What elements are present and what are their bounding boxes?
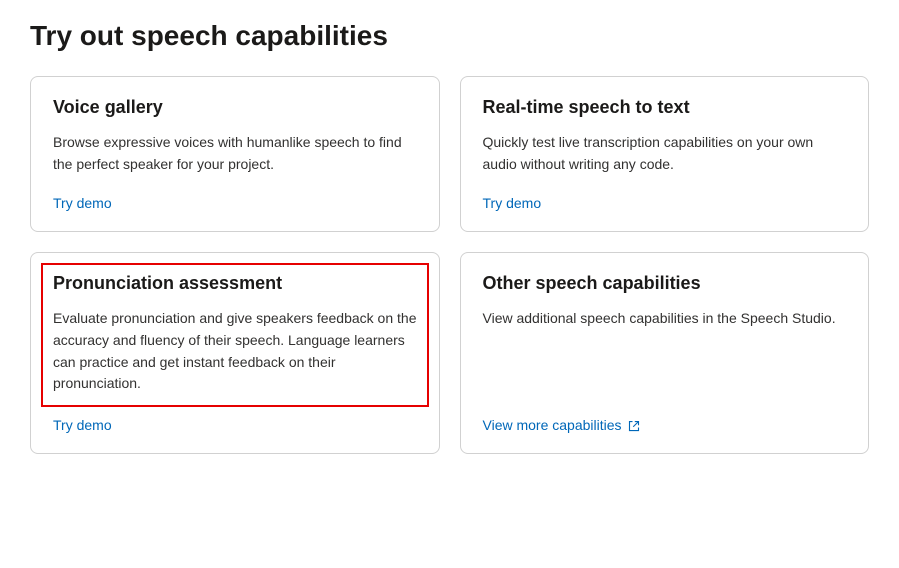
link-label: View more capabilities	[483, 417, 622, 433]
card-grid: Voice gallery Browse expressive voices w…	[30, 76, 869, 454]
card-other-capabilities: Other speech capabilities View additiona…	[460, 252, 870, 454]
card-realtime-stt: Real-time speech to text Quickly test li…	[460, 76, 870, 232]
highlight-box: Pronunciation assessment Evaluate pronun…	[41, 263, 429, 407]
card-voice-gallery: Voice gallery Browse expressive voices w…	[30, 76, 440, 232]
page-title: Try out speech capabilities	[30, 20, 869, 52]
card-description: Evaluate pronunciation and give speakers…	[53, 308, 417, 395]
card-title: Voice gallery	[53, 97, 417, 118]
card-title: Other speech capabilities	[483, 273, 847, 294]
card-title: Pronunciation assessment	[53, 273, 417, 294]
card-title: Real-time speech to text	[483, 97, 847, 118]
card-pronunciation-assessment: Pronunciation assessment Evaluate pronun…	[30, 252, 440, 454]
external-link-icon	[628, 419, 640, 431]
card-description: Quickly test live transcription capabili…	[483, 132, 847, 175]
try-demo-link[interactable]: Try demo	[53, 417, 417, 433]
card-description: View additional speech capabilities in t…	[483, 308, 847, 397]
try-demo-link[interactable]: Try demo	[53, 195, 417, 211]
card-description: Browse expressive voices with humanlike …	[53, 132, 417, 175]
try-demo-link[interactable]: Try demo	[483, 195, 847, 211]
view-more-link[interactable]: View more capabilities	[483, 417, 847, 433]
